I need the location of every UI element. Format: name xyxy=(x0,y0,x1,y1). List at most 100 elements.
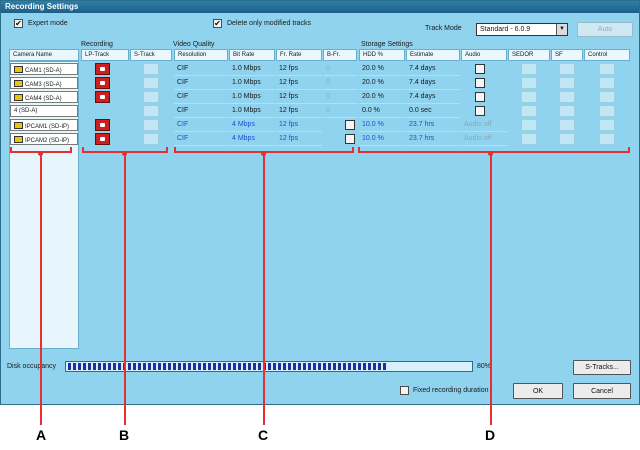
camera-name-button[interactable]: CAM3 (SD-A) xyxy=(10,77,78,89)
expert-mode-checkbox[interactable]: ✔ xyxy=(14,19,23,28)
fr-rate-cell[interactable]: 12 fps xyxy=(276,90,322,104)
s-track-box[interactable] xyxy=(143,77,159,89)
control-box[interactable] xyxy=(599,91,615,103)
recording-settings-window: Recording Settings ✔ Expert mode ✔ Delet… xyxy=(0,0,640,405)
progress-segment xyxy=(163,363,166,370)
audio-checkbox[interactable] xyxy=(475,64,485,74)
lp-track-camera-icon[interactable] xyxy=(95,63,110,75)
b-fr-cell[interactable]: 0 xyxy=(323,104,357,118)
b-fr-checkbox[interactable] xyxy=(345,120,355,130)
cancel-button[interactable]: Cancel xyxy=(573,383,631,399)
sf-box[interactable] xyxy=(559,91,575,103)
b-fr-checkbox[interactable] xyxy=(345,134,355,144)
sedor-box[interactable] xyxy=(521,63,537,75)
control-box[interactable] xyxy=(599,133,615,145)
s-track-box[interactable] xyxy=(143,119,159,131)
chevron-down-icon[interactable]: ▼ xyxy=(556,24,567,35)
progress-segment xyxy=(338,363,341,370)
estimate-cell: 7.4 days xyxy=(406,62,460,76)
resolution-cell[interactable]: CIF xyxy=(174,62,228,76)
resolution-cell[interactable]: CIF xyxy=(174,90,228,104)
s-track-box[interactable] xyxy=(143,133,159,145)
col-audio: Audio xyxy=(461,49,507,61)
track-mode-select[interactable]: Standard - 6.0.9 ▼ xyxy=(476,23,568,36)
bit-rate-cell[interactable]: 4 Mbps xyxy=(229,132,275,146)
b-fr-cell[interactable]: 0 xyxy=(323,90,357,104)
sedor-box[interactable] xyxy=(521,133,537,145)
hdd-cell[interactable]: 20.0 % xyxy=(359,62,405,76)
s-track-box[interactable] xyxy=(143,91,159,103)
resolution-cell[interactable]: CIF xyxy=(174,118,228,132)
disk-occupancy-label: Disk occupancy xyxy=(7,363,57,370)
resolution-cell[interactable]: CIF xyxy=(174,104,228,118)
audio-checkbox[interactable] xyxy=(475,106,485,116)
hdd-cell[interactable]: 20.0 % xyxy=(359,76,405,90)
resolution-cell[interactable]: CIF xyxy=(174,132,228,146)
hdd-cell[interactable]: 10.0 % xyxy=(359,118,405,132)
s-track-box[interactable] xyxy=(143,105,159,117)
sedor-box[interactable] xyxy=(521,119,537,131)
bit-rate-cell[interactable]: 1.0 Mbps xyxy=(229,62,275,76)
progress-segment xyxy=(303,363,306,370)
progress-segment xyxy=(298,363,301,370)
fr-rate-cell[interactable]: 12 fps xyxy=(276,104,322,118)
b-fr-cell[interactable]: 0 xyxy=(323,62,357,76)
sedor-box[interactable] xyxy=(521,105,537,117)
bit-rate-cell[interactable]: 4 Mbps xyxy=(229,118,275,132)
hdd-cell[interactable]: 10.0 % xyxy=(359,132,405,146)
sf-box[interactable] xyxy=(559,63,575,75)
sedor-box[interactable] xyxy=(521,77,537,89)
progress-segment xyxy=(363,363,366,370)
ok-button[interactable]: OK xyxy=(513,383,563,399)
progress-segment xyxy=(268,363,271,370)
fr-rate-cell[interactable]: 12 fps xyxy=(276,118,322,132)
progress-segment xyxy=(318,363,321,370)
callout-line-c xyxy=(263,154,265,425)
sf-box[interactable] xyxy=(559,133,575,145)
lp-track-camera-icon[interactable] xyxy=(95,77,110,89)
fr-rate-cell[interactable]: 12 fps xyxy=(276,132,322,146)
control-box[interactable] xyxy=(599,63,615,75)
auto-button[interactable]: Auto xyxy=(577,22,633,37)
control-box[interactable] xyxy=(599,77,615,89)
fixed-duration-checkbox[interactable] xyxy=(400,386,409,395)
fr-rate-cell[interactable]: 12 fps xyxy=(276,76,322,90)
audio-checkbox[interactable] xyxy=(475,78,485,88)
lp-track-camera-icon[interactable] xyxy=(95,91,110,103)
fr-rate-cell[interactable]: 12 fps xyxy=(276,62,322,76)
bit-rate-cell[interactable]: 1.0 Mbps xyxy=(229,90,275,104)
sf-box[interactable] xyxy=(559,119,575,131)
progress-segment xyxy=(233,363,236,370)
resolution-cell[interactable]: CIF xyxy=(174,76,228,90)
control-box[interactable] xyxy=(599,119,615,131)
lp-track-camera-icon[interactable] xyxy=(95,133,110,145)
s-track-box[interactable] xyxy=(143,63,159,75)
estimate-cell: 23.7 hrs xyxy=(406,132,460,146)
progress-segment xyxy=(248,363,251,370)
camera-name-button[interactable]: 4 (SD-A) xyxy=(10,105,78,117)
audio-checkbox[interactable] xyxy=(475,92,485,102)
col-lp-track: LP-Track xyxy=(81,49,129,61)
bit-rate-cell[interactable]: 1.0 Mbps xyxy=(229,76,275,90)
hdd-cell[interactable]: 0.0 % xyxy=(359,104,405,118)
b-fr-cell[interactable]: 0 xyxy=(323,76,357,90)
sf-box[interactable] xyxy=(559,77,575,89)
callout-line-d xyxy=(490,154,492,425)
control-box[interactable] xyxy=(599,105,615,117)
camera-name-button[interactable]: IPCAM1 (SD-IP) xyxy=(10,119,78,131)
bit-rate-cell[interactable]: 1.0 Mbps xyxy=(229,104,275,118)
delete-modified-checkbox[interactable]: ✔ xyxy=(213,19,222,28)
sedor-box[interactable] xyxy=(521,91,537,103)
progress-segment xyxy=(243,363,246,370)
camera-name-button[interactable]: CAM4 (SD-A) xyxy=(10,91,78,103)
lp-track-camera-icon[interactable] xyxy=(95,119,110,131)
progress-segment xyxy=(113,363,116,370)
camera-name-button[interactable]: IPCAM2 (SD-IP) xyxy=(10,133,78,145)
camera-icon xyxy=(14,122,23,129)
progress-segment xyxy=(118,363,121,370)
hdd-cell[interactable]: 20.0 % xyxy=(359,90,405,104)
sf-box[interactable] xyxy=(559,105,575,117)
s-tracks-button[interactable]: S-Tracks... xyxy=(573,360,631,375)
camera-name-button[interactable]: CAM1 (SD-A) xyxy=(10,63,78,75)
progress-segment xyxy=(213,363,216,370)
